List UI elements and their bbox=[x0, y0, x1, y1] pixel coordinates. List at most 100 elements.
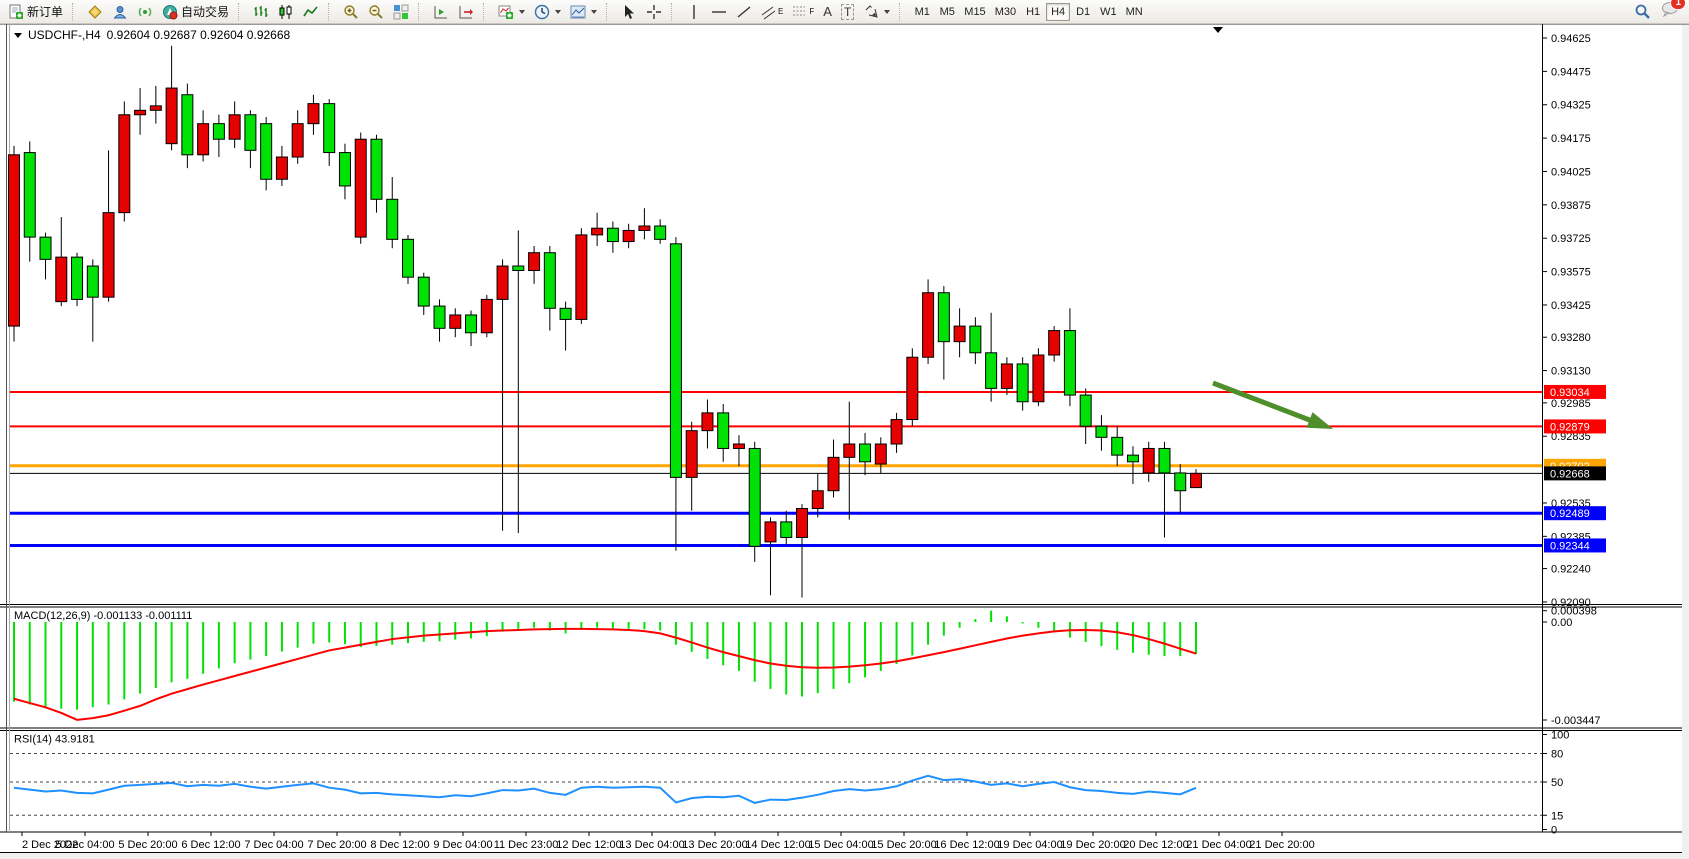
horizontal-line-button[interactable] bbox=[707, 2, 731, 22]
timeframe-mn-button[interactable]: MN bbox=[1122, 3, 1147, 21]
candle-body[interactable] bbox=[213, 124, 224, 140]
candle-body[interactable] bbox=[324, 104, 335, 153]
chart-canvas[interactable]: 0.946250.944750.943250.941750.940250.938… bbox=[0, 24, 1689, 859]
candle-body[interactable] bbox=[639, 226, 650, 230]
candle-body[interactable] bbox=[119, 115, 130, 213]
candle-body[interactable] bbox=[576, 235, 587, 320]
candle-body[interactable] bbox=[403, 239, 414, 277]
market-watch-button[interactable] bbox=[83, 2, 107, 22]
candle-body[interactable] bbox=[986, 353, 997, 389]
candle-body[interactable] bbox=[907, 357, 918, 419]
bar-chart-button[interactable] bbox=[249, 2, 273, 22]
timeframe-d1-button[interactable]: D1 bbox=[1071, 3, 1095, 21]
candle-body[interactable] bbox=[1191, 473, 1202, 487]
vertical-line-button[interactable] bbox=[682, 2, 706, 22]
candle-body[interactable] bbox=[733, 444, 744, 448]
candle-body[interactable] bbox=[418, 277, 429, 306]
candle-body[interactable] bbox=[1017, 364, 1028, 402]
candle-body[interactable] bbox=[245, 115, 256, 151]
candle-body[interactable] bbox=[308, 104, 319, 124]
candle-body[interactable] bbox=[198, 124, 209, 155]
channel-button[interactable]: E bbox=[757, 2, 787, 22]
timeframe-h1-button[interactable]: H1 bbox=[1021, 3, 1045, 21]
timeframe-m1-button[interactable]: M1 bbox=[910, 3, 934, 21]
candle-body[interactable] bbox=[891, 420, 902, 444]
timeframe-h4-button[interactable]: H4 bbox=[1046, 3, 1070, 21]
candle-body[interactable] bbox=[938, 293, 949, 342]
candle-body[interactable] bbox=[607, 228, 618, 241]
candle-body[interactable] bbox=[292, 124, 303, 157]
trendline-button[interactable] bbox=[732, 2, 756, 22]
candle-body[interactable] bbox=[229, 115, 240, 139]
timeframe-m5-button[interactable]: M5 bbox=[935, 3, 959, 21]
fibonacci-button[interactable]: F bbox=[788, 2, 818, 22]
periods-button[interactable] bbox=[530, 2, 565, 22]
tile-windows-button[interactable] bbox=[389, 2, 413, 22]
candle-body[interactable] bbox=[1159, 448, 1170, 472]
candle-body[interactable] bbox=[261, 124, 272, 180]
candle-body[interactable] bbox=[828, 457, 839, 490]
chart-shift-button[interactable] bbox=[429, 2, 453, 22]
candle-body[interactable] bbox=[166, 88, 177, 144]
candle-body[interactable] bbox=[72, 257, 83, 299]
candle-body[interactable] bbox=[592, 228, 603, 235]
text-label-button[interactable]: T bbox=[837, 2, 858, 22]
candle-body[interactable] bbox=[24, 153, 35, 238]
notifications-button[interactable]: 1 bbox=[1661, 1, 1679, 22]
timeframe-m30-button[interactable]: M30 bbox=[991, 3, 1020, 21]
candle-body[interactable] bbox=[513, 266, 524, 270]
search-button[interactable] bbox=[1630, 2, 1655, 22]
candle-body[interactable] bbox=[1096, 426, 1107, 437]
candle-body[interactable] bbox=[135, 110, 146, 114]
candle-body[interactable] bbox=[276, 157, 287, 179]
templates-button[interactable] bbox=[566, 2, 601, 22]
candle-body[interactable] bbox=[371, 139, 382, 199]
candle-body[interactable] bbox=[670, 244, 681, 478]
candle-body[interactable] bbox=[1080, 395, 1091, 426]
candle-body[interactable] bbox=[529, 253, 540, 271]
zoom-in-button[interactable] bbox=[339, 2, 363, 22]
line-chart-button[interactable] bbox=[299, 2, 323, 22]
candle-body[interactable] bbox=[718, 413, 729, 449]
candle-body[interactable] bbox=[40, 237, 51, 259]
candle-body[interactable] bbox=[812, 491, 823, 509]
candle-body[interactable] bbox=[702, 413, 713, 431]
candle-body[interactable] bbox=[387, 199, 398, 239]
candle-body[interactable] bbox=[954, 326, 965, 342]
zoom-out-button[interactable] bbox=[364, 2, 388, 22]
crosshair-button[interactable] bbox=[642, 2, 666, 22]
candle-body[interactable] bbox=[1112, 437, 1123, 455]
candle-body[interactable] bbox=[9, 155, 20, 326]
auto-scroll-button[interactable] bbox=[454, 2, 478, 22]
candle-body[interactable] bbox=[655, 226, 666, 239]
candle-body[interactable] bbox=[466, 315, 477, 333]
candle-body[interactable] bbox=[749, 448, 760, 546]
candle-body[interactable] bbox=[103, 213, 114, 298]
indicators-button[interactable] bbox=[494, 2, 529, 22]
candle-body[interactable] bbox=[797, 509, 808, 538]
candle-body[interactable] bbox=[339, 153, 350, 186]
symbol-dropdown-icon[interactable] bbox=[14, 33, 22, 38]
candle-body[interactable] bbox=[87, 266, 98, 297]
candle-body[interactable] bbox=[781, 522, 792, 538]
candle-body[interactable] bbox=[497, 266, 508, 299]
community-button[interactable] bbox=[108, 2, 132, 22]
candle-body[interactable] bbox=[860, 444, 871, 462]
candle-body[interactable] bbox=[875, 444, 886, 464]
candle-body[interactable] bbox=[623, 230, 634, 241]
candle-body[interactable] bbox=[1064, 331, 1075, 396]
candle-body[interactable] bbox=[355, 139, 366, 237]
candle-body[interactable] bbox=[765, 522, 776, 542]
candle-body[interactable] bbox=[450, 315, 461, 328]
text-button[interactable]: A bbox=[819, 2, 836, 22]
signals-button[interactable] bbox=[133, 2, 157, 22]
candlestick-chart-button[interactable] bbox=[274, 2, 298, 22]
candle-body[interactable] bbox=[434, 306, 445, 328]
candle-body[interactable] bbox=[56, 257, 67, 301]
candle-body[interactable] bbox=[150, 106, 161, 110]
candle-body[interactable] bbox=[686, 431, 697, 478]
candle-body[interactable] bbox=[182, 95, 193, 155]
candle-body[interactable] bbox=[1001, 364, 1012, 388]
candle-body[interactable] bbox=[1049, 331, 1060, 355]
candle-body[interactable] bbox=[560, 308, 571, 319]
